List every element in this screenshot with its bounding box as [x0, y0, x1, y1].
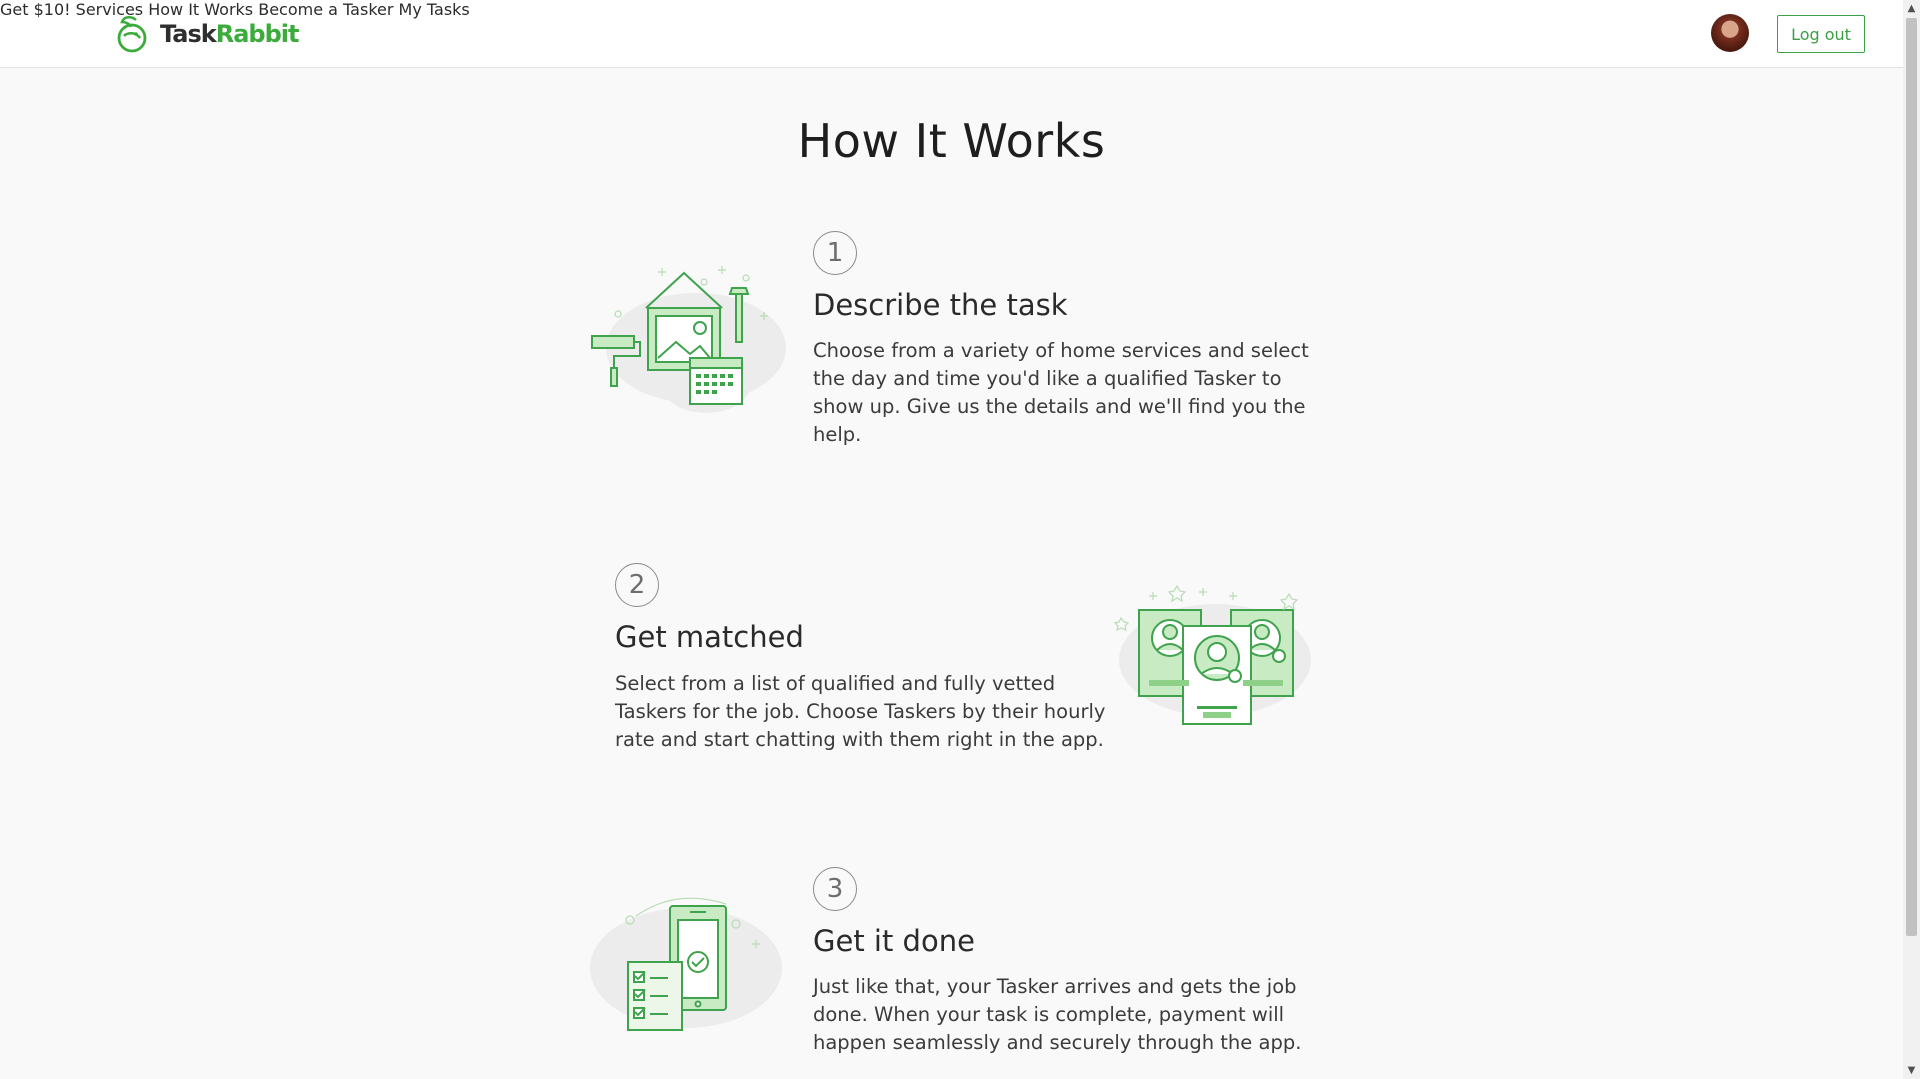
- logo-text-part2: Rabbit: [215, 20, 300, 48]
- home-tools-calendar-icon: [591, 266, 786, 413]
- step-1-number: 1: [813, 231, 857, 275]
- vertical-scrollbar[interactable]: ▲ ▼: [1903, 0, 1920, 1079]
- scroll-down-arrow-icon[interactable]: ▼: [1903, 1062, 1920, 1079]
- logo-text-part1: Task: [160, 20, 217, 48]
- step-1-description: Choose from a variety of home services a…: [813, 339, 1309, 446]
- page-title: How It Works: [797, 114, 1106, 168]
- step-1-title: Describe the task: [813, 288, 1068, 322]
- phone-checklist-icon: [590, 897, 782, 1031]
- step-2-title: Get matched: [615, 620, 804, 654]
- scroll-thumb[interactable]: [1906, 18, 1917, 936]
- nav-my-tasks[interactable]: My Tasks: [399, 0, 470, 19]
- scroll-up-arrow-icon[interactable]: ▲: [1903, 0, 1920, 17]
- tasker-profiles-icon: [1113, 584, 1311, 725]
- step-3-title: Get it done: [813, 924, 975, 958]
- step-2-description: Select from a list of qualified and full…: [615, 672, 1106, 751]
- nav-get-10[interactable]: Get $10!: [0, 0, 71, 19]
- user-avatar[interactable]: [1711, 14, 1749, 52]
- step-3-number: 3: [813, 867, 857, 911]
- top-header: TaskRabbit Get $10! Services How It Work…: [0, 0, 1903, 68]
- step-2-number: 2: [615, 563, 659, 607]
- taskrabbit-logo[interactable]: TaskRabbit: [114, 14, 300, 54]
- logout-button[interactable]: Log out: [1777, 15, 1865, 53]
- rabbit-logo-icon: [117, 16, 147, 53]
- step-3-description: Just like that, your Tasker arrives and …: [813, 975, 1302, 1054]
